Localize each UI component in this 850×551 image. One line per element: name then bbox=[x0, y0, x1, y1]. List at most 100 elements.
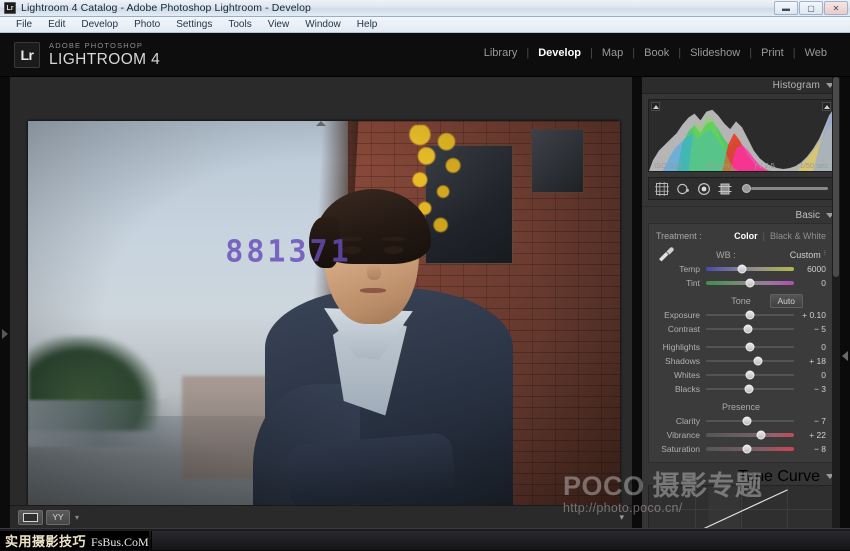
crop-overlay-tool-icon[interactable] bbox=[654, 181, 669, 196]
tone-curve-graph[interactable] bbox=[648, 485, 834, 533]
slider-vibrance-track[interactable] bbox=[706, 433, 794, 437]
slider-exposure-value[interactable]: + 0.10 bbox=[794, 310, 826, 320]
identity-line2: LIGHTROOM 4 bbox=[49, 52, 160, 68]
slider-vibrance[interactable]: Vibrance + 22 bbox=[649, 428, 833, 442]
white-balance-selector-eyedropper-icon[interactable] bbox=[656, 247, 676, 262]
histogram-panel-header[interactable]: Histogram bbox=[642, 77, 840, 94]
slider-clarity-knob[interactable] bbox=[743, 417, 752, 426]
menu-file[interactable]: File bbox=[8, 19, 40, 30]
red-eye-correction-tool-icon[interactable] bbox=[696, 181, 711, 196]
slider-whites[interactable]: Whites 0 bbox=[649, 368, 833, 382]
slider-saturation[interactable]: Saturation − 8 bbox=[649, 442, 833, 456]
identity-plate[interactable]: Lr ADOBE PHOTOSHOP LIGHTROOM 4 bbox=[14, 42, 160, 68]
slider-highlights-knob[interactable] bbox=[746, 343, 755, 352]
exif-iso: ISO 640 bbox=[654, 161, 682, 170]
slider-shadows-knob[interactable] bbox=[753, 357, 762, 366]
slider-shadows[interactable]: Shadows + 18 bbox=[649, 354, 833, 368]
close-button[interactable]: ✕ bbox=[824, 1, 848, 15]
auto-tone-button[interactable]: Auto bbox=[770, 294, 804, 308]
slider-highlights[interactable]: Highlights 0 bbox=[649, 340, 833, 354]
adjustment-brush-tool-icon[interactable] bbox=[742, 181, 828, 196]
basic-panel-header[interactable]: Basic bbox=[642, 206, 840, 223]
shadow-clipping-indicator[interactable] bbox=[651, 102, 660, 111]
slider-temp-knob[interactable] bbox=[738, 265, 747, 274]
slider-contrast-track[interactable] bbox=[706, 328, 794, 330]
slider-temp-value[interactable]: 6000 bbox=[794, 264, 826, 274]
slider-clarity[interactable]: Clarity − 7 bbox=[649, 414, 833, 428]
loupe-view-button[interactable] bbox=[18, 510, 43, 525]
brush-size-track[interactable] bbox=[751, 187, 828, 190]
white-balance-stepper-icon[interactable]: ⁝ bbox=[824, 251, 826, 257]
slider-temp[interactable]: Temp 6000 bbox=[649, 262, 833, 276]
minimize-button[interactable]: ▬ bbox=[774, 1, 798, 15]
slider-shadows-value[interactable]: + 18 bbox=[794, 356, 826, 366]
menu-develop[interactable]: Develop bbox=[73, 19, 126, 30]
slider-shadows-track[interactable] bbox=[706, 360, 794, 362]
tone-curve-panel-header[interactable]: Tone Curve bbox=[642, 468, 840, 485]
tone-curve-title: Tone Curve bbox=[738, 468, 820, 486]
module-library[interactable]: Library bbox=[475, 47, 527, 59]
slider-clarity-track[interactable] bbox=[706, 420, 794, 422]
slider-contrast[interactable]: Contrast − 5 bbox=[649, 322, 833, 336]
slider-temp-track[interactable] bbox=[706, 267, 794, 271]
histogram-display[interactable]: ISO 640 35 mm ƒ / 2.5 1/50 sec bbox=[648, 99, 834, 172]
slider-exposure-track[interactable] bbox=[706, 314, 794, 316]
module-slideshow[interactable]: Slideshow bbox=[681, 47, 749, 59]
white-balance-value[interactable]: Custom ⁝ bbox=[790, 250, 826, 260]
toolbar-options-caret-icon[interactable]: ▾ bbox=[619, 512, 624, 523]
module-map[interactable]: Map bbox=[593, 47, 632, 59]
right-panel-scrollbar[interactable] bbox=[832, 77, 840, 551]
slider-vibrance-knob[interactable] bbox=[756, 431, 765, 440]
graduated-filter-tool-icon[interactable] bbox=[717, 181, 732, 196]
slider-saturation-value[interactable]: − 8 bbox=[794, 444, 826, 454]
slider-saturation-track[interactable] bbox=[706, 447, 794, 451]
slider-tint[interactable]: Tint 0 bbox=[649, 276, 833, 290]
left-panel-toggle-arrow-icon[interactable] bbox=[2, 329, 8, 339]
slider-blacks-track[interactable] bbox=[706, 388, 794, 390]
menu-edit[interactable]: Edit bbox=[40, 19, 73, 30]
module-web[interactable]: Web bbox=[796, 47, 836, 59]
slider-exposure-knob[interactable] bbox=[746, 311, 755, 320]
slider-contrast-value[interactable]: − 5 bbox=[794, 324, 826, 334]
image-canvas[interactable]: 881371 bbox=[10, 77, 632, 528]
top-panel-toggle-arrow-icon[interactable] bbox=[316, 121, 326, 126]
module-print[interactable]: Print bbox=[752, 47, 793, 59]
before-after-button[interactable]: YY bbox=[46, 510, 70, 525]
slider-whites-knob[interactable] bbox=[746, 371, 755, 380]
slider-highlights-value[interactable]: 0 bbox=[794, 342, 826, 352]
menu-view[interactable]: View bbox=[260, 19, 298, 30]
slider-tint-label: Tint bbox=[656, 278, 706, 288]
slider-tint-value[interactable]: 0 bbox=[794, 278, 826, 288]
slider-vibrance-value[interactable]: + 22 bbox=[794, 430, 826, 440]
treatment-color-option[interactable]: Color bbox=[734, 231, 758, 241]
slider-exposure[interactable]: Exposure + 0.10 bbox=[649, 308, 833, 322]
module-book[interactable]: Book bbox=[635, 47, 678, 59]
maximize-button[interactable]: ▢ bbox=[799, 1, 823, 15]
menu-window[interactable]: Window bbox=[297, 19, 349, 30]
slider-whites-value[interactable]: 0 bbox=[794, 370, 826, 380]
right-panel-scroll-thumb[interactable] bbox=[833, 77, 839, 277]
slider-saturation-knob[interactable] bbox=[743, 445, 752, 454]
menu-help[interactable]: Help bbox=[349, 19, 386, 30]
before-after-caret-icon[interactable]: ▾ bbox=[75, 513, 79, 522]
spot-removal-tool-icon[interactable] bbox=[675, 181, 690, 196]
treatment-bw-option[interactable]: Black & White bbox=[770, 231, 826, 241]
module-develop[interactable]: Develop bbox=[529, 47, 590, 59]
slider-tint-knob[interactable] bbox=[746, 279, 755, 288]
slider-blacks-value[interactable]: − 3 bbox=[794, 384, 826, 394]
lightroom-window: Lr Lightroom 4 Catalog - Adobe Photoshop… bbox=[0, 0, 850, 551]
slider-clarity-value[interactable]: − 7 bbox=[794, 416, 826, 426]
slider-vibrance-label: Vibrance bbox=[656, 430, 706, 440]
menu-settings[interactable]: Settings bbox=[168, 19, 220, 30]
menu-tools[interactable]: Tools bbox=[220, 19, 259, 30]
menu-photo[interactable]: Photo bbox=[126, 19, 168, 30]
slider-contrast-knob[interactable] bbox=[744, 325, 753, 334]
highlight-clipping-indicator[interactable] bbox=[822, 102, 831, 111]
slider-whites-track[interactable] bbox=[706, 374, 794, 376]
slider-tint-track[interactable] bbox=[706, 281, 794, 285]
slider-blacks[interactable]: Blacks − 3 bbox=[649, 382, 833, 396]
loupe-image-stage[interactable]: 881371 bbox=[28, 121, 620, 519]
right-panel-toggle-arrow-icon[interactable] bbox=[842, 351, 848, 361]
slider-highlights-track[interactable] bbox=[706, 346, 794, 348]
slider-blacks-knob[interactable] bbox=[745, 385, 754, 394]
